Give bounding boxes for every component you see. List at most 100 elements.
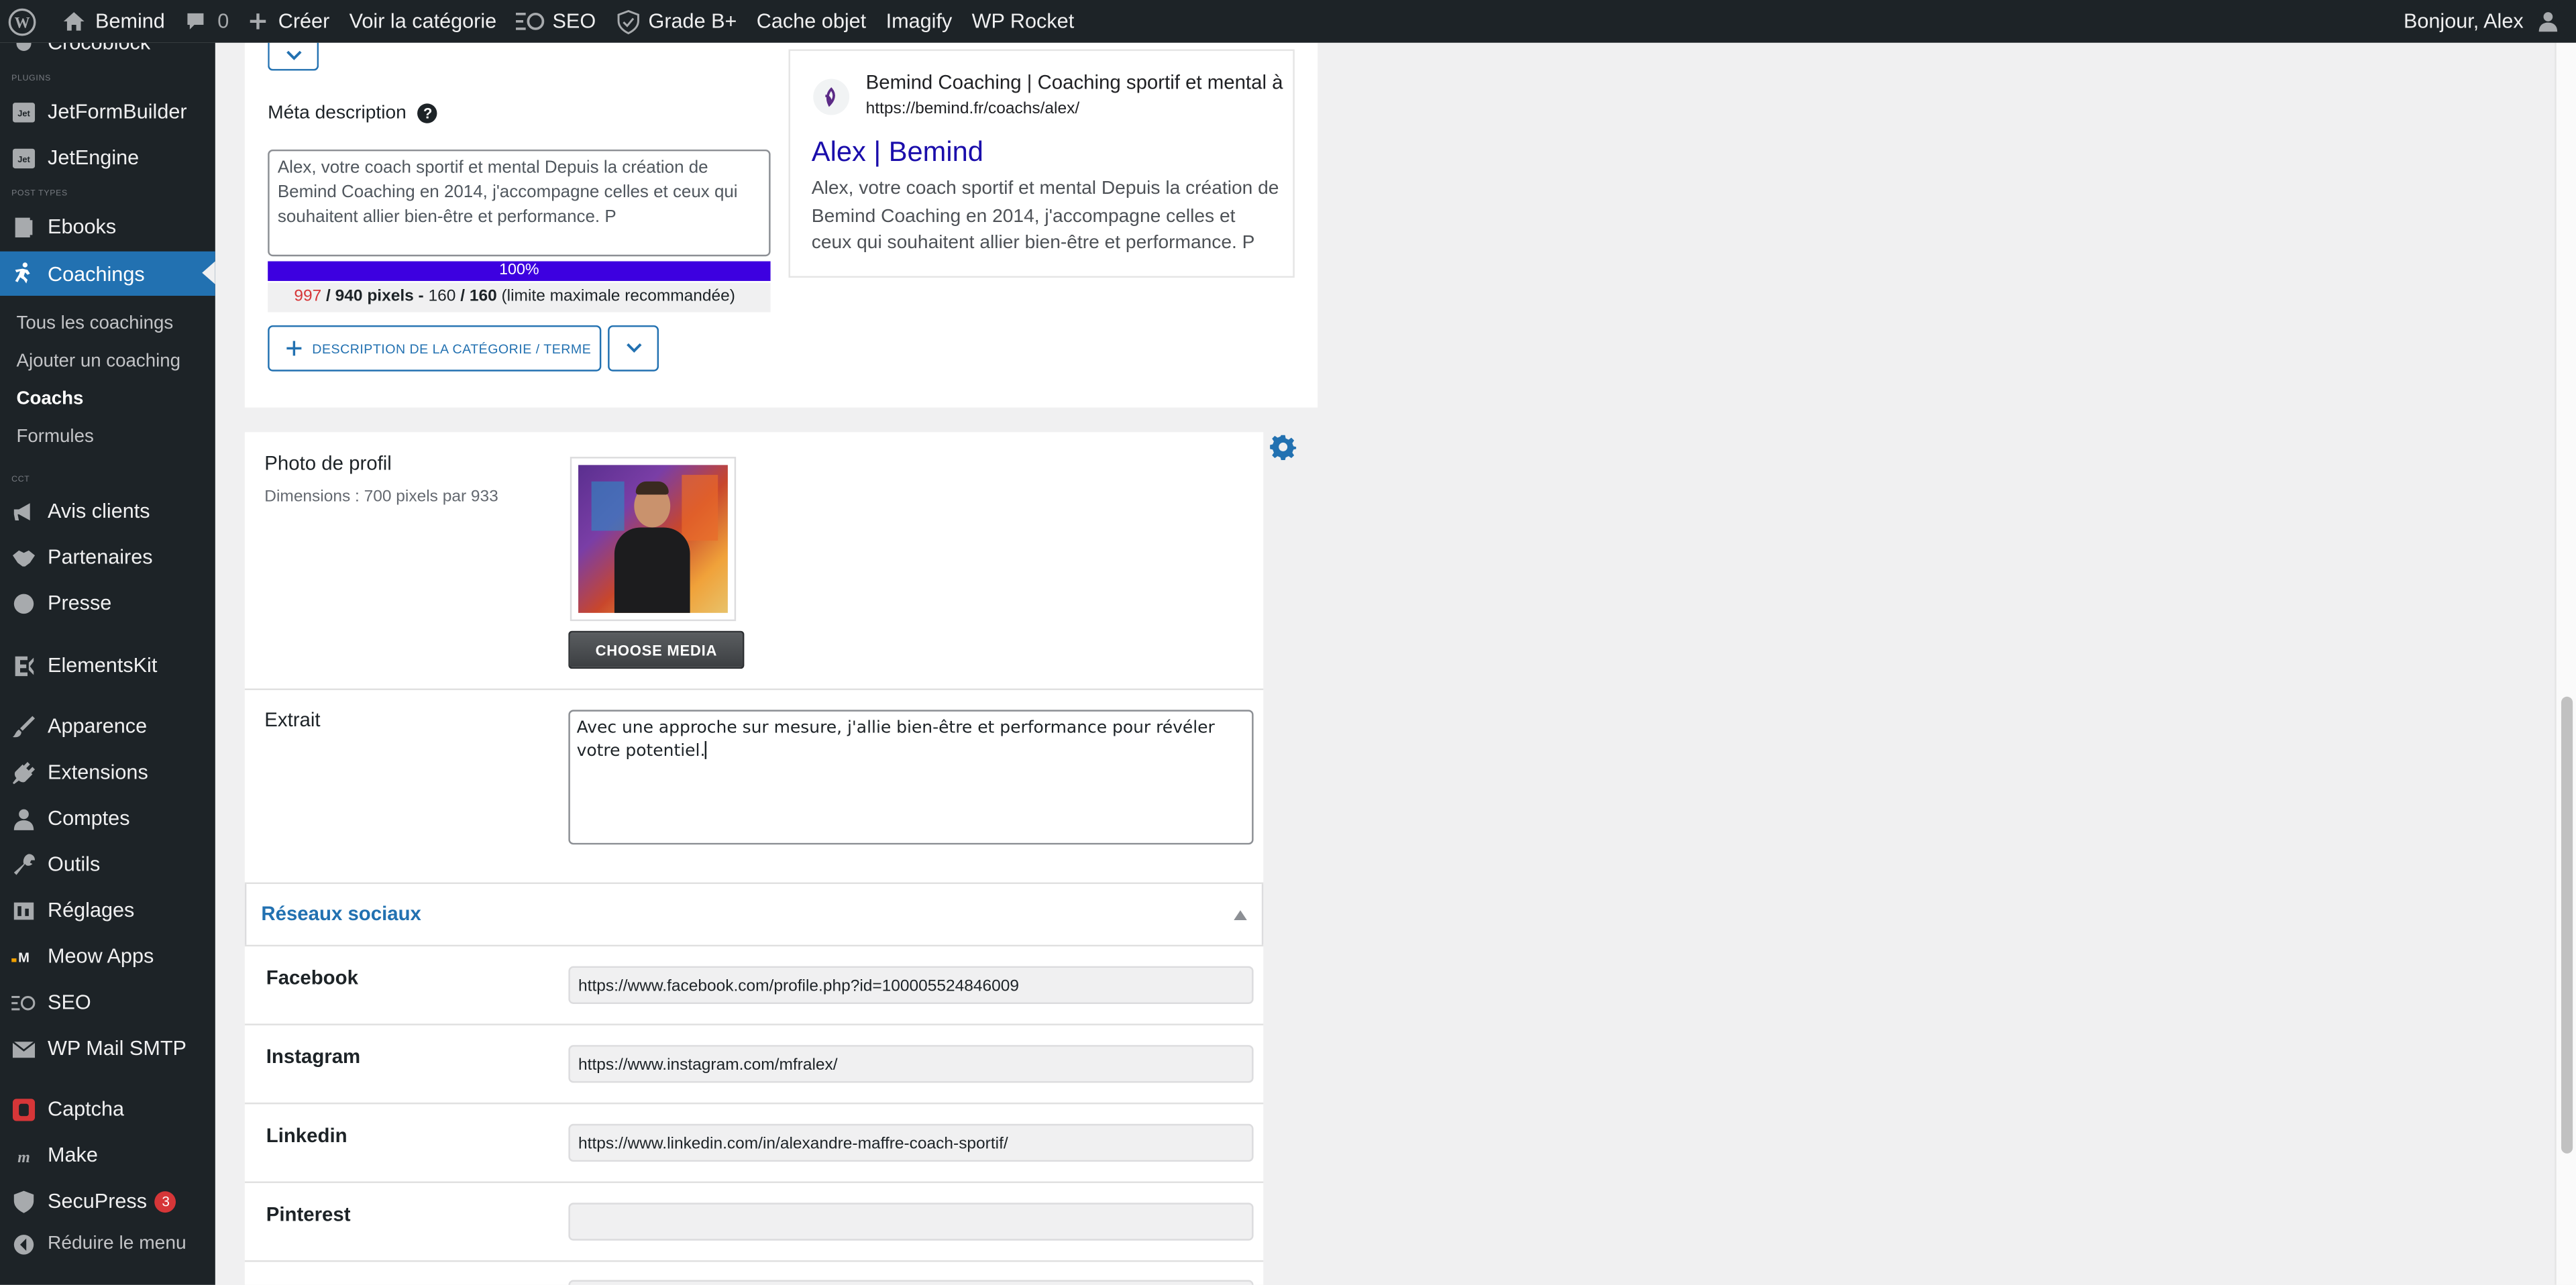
pinterest-input[interactable] xyxy=(568,1203,1254,1241)
imagify-label: Imagify xyxy=(885,9,953,33)
svg-text:W: W xyxy=(15,13,30,30)
preview-description: Alex, votre coach sportif et mental Depu… xyxy=(811,179,1279,254)
excerpt-textarea[interactable]: Avec une approche sur mesure, j'allie bi… xyxy=(568,710,1254,845)
chevron-down-icon xyxy=(285,50,301,60)
sidebar-item-meow-apps[interactable]: M Meow Apps xyxy=(0,935,215,978)
seo-icon xyxy=(11,990,36,1015)
sidebar-item-extensions[interactable]: Extensions xyxy=(0,751,215,794)
meta-progress-bar: 100% xyxy=(268,261,771,281)
svg-text:Jet: Jet xyxy=(17,154,30,164)
seo-label: SEO xyxy=(552,9,596,33)
help-icon[interactable]: ? xyxy=(417,103,438,123)
separator-cct: CCT xyxy=(11,475,30,485)
sidebar-item-wp-mail-smtp[interactable]: WP Mail SMTP xyxy=(0,1027,215,1070)
sidebar-item-comptes[interactable]: Comptes xyxy=(0,797,215,840)
jet-icon: Jet xyxy=(11,146,36,170)
linkedin-label: Linkedin xyxy=(266,1123,347,1148)
sidebar-item-seo[interactable]: SEO xyxy=(0,981,215,1024)
sidebar-item-presse[interactable]: Presse xyxy=(0,581,215,624)
scrollbar-thumb[interactable] xyxy=(2561,696,2573,1154)
sidebar-item-secupress[interactable]: SecuPress 3 xyxy=(0,1180,215,1223)
gear-icon[interactable] xyxy=(1270,434,1297,460)
megaphone-icon xyxy=(11,499,36,524)
linkedin-value: https://www.linkedin.com/in/alexandre-ma… xyxy=(578,1135,1008,1154)
facebook-value: https://www.facebook.com/profile.php?id=… xyxy=(578,977,1019,996)
sidebar-item-label: SEO xyxy=(48,991,91,1014)
social-section-title: Réseaux sociaux xyxy=(261,902,421,926)
sidebar-item-label: Make xyxy=(48,1143,98,1167)
sidebar-item-label: JetEngine xyxy=(48,146,140,170)
expand-toggle-button[interactable] xyxy=(268,42,319,71)
new-content-link[interactable]: Créer xyxy=(239,0,339,43)
sidebar-item-label: Meow Apps xyxy=(48,944,154,968)
admin-bar: W Bemind 0 Créer Voir la catégorie SEO G… xyxy=(0,0,2576,43)
view-category-link[interactable]: Voir la catégorie xyxy=(339,0,506,43)
submenu-coachs[interactable]: Coachs xyxy=(16,390,83,409)
facebook-input[interactable]: https://www.facebook.com/profile.php?id=… xyxy=(568,966,1254,1004)
cache-label: Cache objet xyxy=(756,9,867,33)
preview-title[interactable]: Alex | Bemind xyxy=(812,136,983,169)
comments-link[interactable]: 0 xyxy=(175,0,239,43)
my-account-link[interactable]: Bonjour, Alex xyxy=(2394,0,2576,43)
globe-icon xyxy=(11,591,36,616)
category-description-button[interactable]: DESCRIPTION DE LA CATÉGORIE / TERME xyxy=(268,325,602,372)
sidebar-item-label: Captcha xyxy=(48,1097,125,1121)
choose-media-button[interactable]: CHOOSE MEDIA xyxy=(568,630,745,669)
sidebar-item-label: Partenaires xyxy=(48,545,153,569)
preview-url: https://bemind.fr/coachs/alex/ xyxy=(865,100,1080,119)
admin-sidebar: Crocoblock PLUGINS Jet JetFormBuilder Je… xyxy=(0,42,215,1285)
sidebar-item-reglages[interactable]: Réglages xyxy=(0,889,215,932)
site-name-link[interactable]: Bemind xyxy=(52,0,174,43)
next-social-input[interactable] xyxy=(568,1280,1254,1285)
grade-menu[interactable]: Grade B+ xyxy=(606,0,747,43)
instagram-input[interactable]: https://www.instagram.com/mfralex/ xyxy=(568,1045,1254,1083)
meta-description-textarea[interactable]: Alex, votre coach sportif et mental Depu… xyxy=(268,149,771,257)
wp-rocket-label: WP Rocket xyxy=(971,9,1075,33)
shield-icon xyxy=(616,9,639,34)
wp-rocket-link[interactable]: WP Rocket xyxy=(962,0,1084,43)
seo-menu[interactable]: SEO xyxy=(506,0,606,43)
sidebar-item-crocoblock[interactable]: Crocoblock xyxy=(0,42,215,64)
chevron-down-icon xyxy=(625,343,641,353)
submenu-all-coachings[interactable]: Tous les coachings xyxy=(16,314,173,333)
sidebar-item-partenaires[interactable]: Partenaires xyxy=(0,536,215,579)
sidebar-item-label: Réglages xyxy=(48,899,135,922)
sidebar-item-make[interactable]: m Make xyxy=(0,1134,215,1177)
sidebar-item-elementskit[interactable]: ElementsKit xyxy=(0,644,215,687)
sidebar-item-jetformbuilder[interactable]: Jet JetFormBuilder xyxy=(0,91,215,133)
social-section-header[interactable]: Réseaux sociaux xyxy=(244,884,1264,945)
sidebar-item-label: JetFormBuilder xyxy=(48,100,187,123)
excerpt-label: Extrait xyxy=(264,708,321,732)
sidebar-item-outils[interactable]: Outils xyxy=(0,843,215,886)
collapse-menu-button[interactable]: Réduire le menu xyxy=(0,1223,215,1266)
site-name: Bemind xyxy=(95,9,165,33)
comment-icon xyxy=(188,13,205,30)
sidebar-item-coachings[interactable]: Coachings xyxy=(0,251,215,296)
submenu-formules[interactable]: Formules xyxy=(16,427,93,447)
linkedin-input[interactable]: https://www.linkedin.com/in/alexandre-ma… xyxy=(568,1123,1254,1162)
page-scrollbar[interactable] xyxy=(2555,42,2576,1285)
submenu-add-coaching[interactable]: Ajouter un coaching xyxy=(16,351,180,371)
view-category-label: Voir la catégorie xyxy=(349,9,497,33)
sidebar-item-label: Extensions xyxy=(48,761,148,784)
comments-count: 0 xyxy=(217,9,229,33)
google-preview: Bemind Coaching | Coaching sportif et me… xyxy=(788,49,1295,278)
sidebar-item-jetengine[interactable]: Jet JetEngine xyxy=(0,136,215,179)
imagify-link[interactable]: Imagify xyxy=(876,0,962,43)
progress-label: 100% xyxy=(499,261,539,280)
cache-link[interactable]: Cache objet xyxy=(747,0,876,43)
svg-text:Jet: Jet xyxy=(17,107,30,117)
site-favicon-icon xyxy=(813,78,850,115)
sidebar-item-avis-clients[interactable]: Avis clients xyxy=(0,490,215,533)
wp-logo-icon[interactable]: W xyxy=(0,0,46,43)
profile-photo-thumbnail[interactable] xyxy=(570,457,737,622)
sidebar-item-label: SecuPress xyxy=(48,1189,148,1213)
category-dropdown-button[interactable] xyxy=(608,325,659,372)
handshake-icon xyxy=(11,545,36,569)
grade-label: Grade B+ xyxy=(648,9,737,33)
divider xyxy=(244,1023,1264,1025)
sidebar-item-apparence[interactable]: Apparence xyxy=(0,705,215,748)
sidebar-item-ebooks[interactable]: Ebooks xyxy=(0,205,215,248)
sidebar-item-captcha[interactable]: Captcha xyxy=(0,1088,215,1131)
divider xyxy=(244,1181,1264,1183)
